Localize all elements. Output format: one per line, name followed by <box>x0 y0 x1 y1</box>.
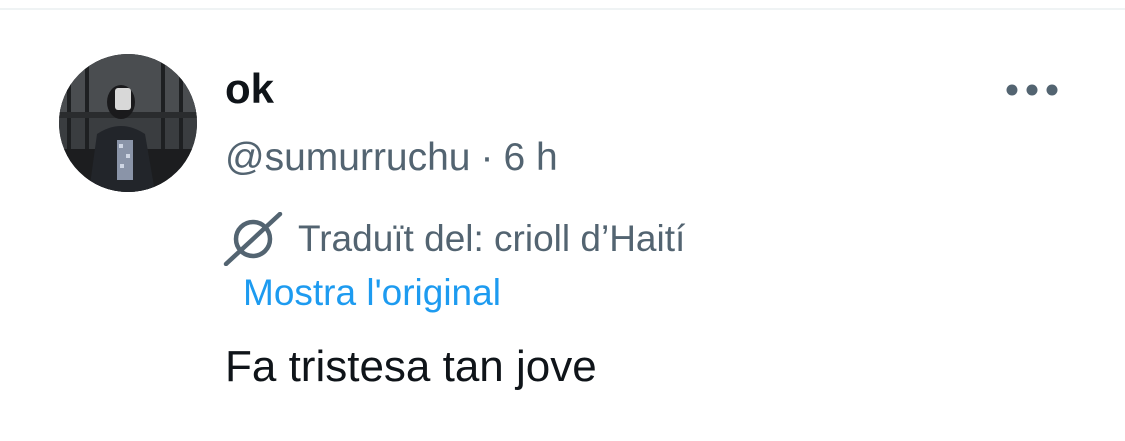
translation-label: Traduït del: crioll d’Haití <box>298 218 686 259</box>
timestamp[interactable]: 6 h <box>504 136 558 179</box>
divider <box>0 8 1125 10</box>
show-original-link[interactable]: Mostra l'original <box>243 270 501 316</box>
handle[interactable]: @sumurruchu <box>225 136 471 179</box>
more-horizontal-icon <box>1006 84 1058 96</box>
display-name[interactable]: ok <box>225 64 274 114</box>
more-options-button[interactable] <box>1000 72 1064 108</box>
handle-line: @sumurruchu · 6 h <box>225 134 558 182</box>
avatar[interactable] <box>59 54 197 192</box>
translation-notice: Traduït del: crioll d’Haití <box>222 211 686 267</box>
avatar-image <box>59 54 197 192</box>
tweet-card[interactable]: ok @sumurruchu · 6 h Traduït del: crioll d… <box>0 0 1125 441</box>
separator-dot: · <box>480 136 494 179</box>
translate-icon <box>222 211 284 267</box>
tweet-text: Fa tristesa tan jove <box>225 342 597 391</box>
